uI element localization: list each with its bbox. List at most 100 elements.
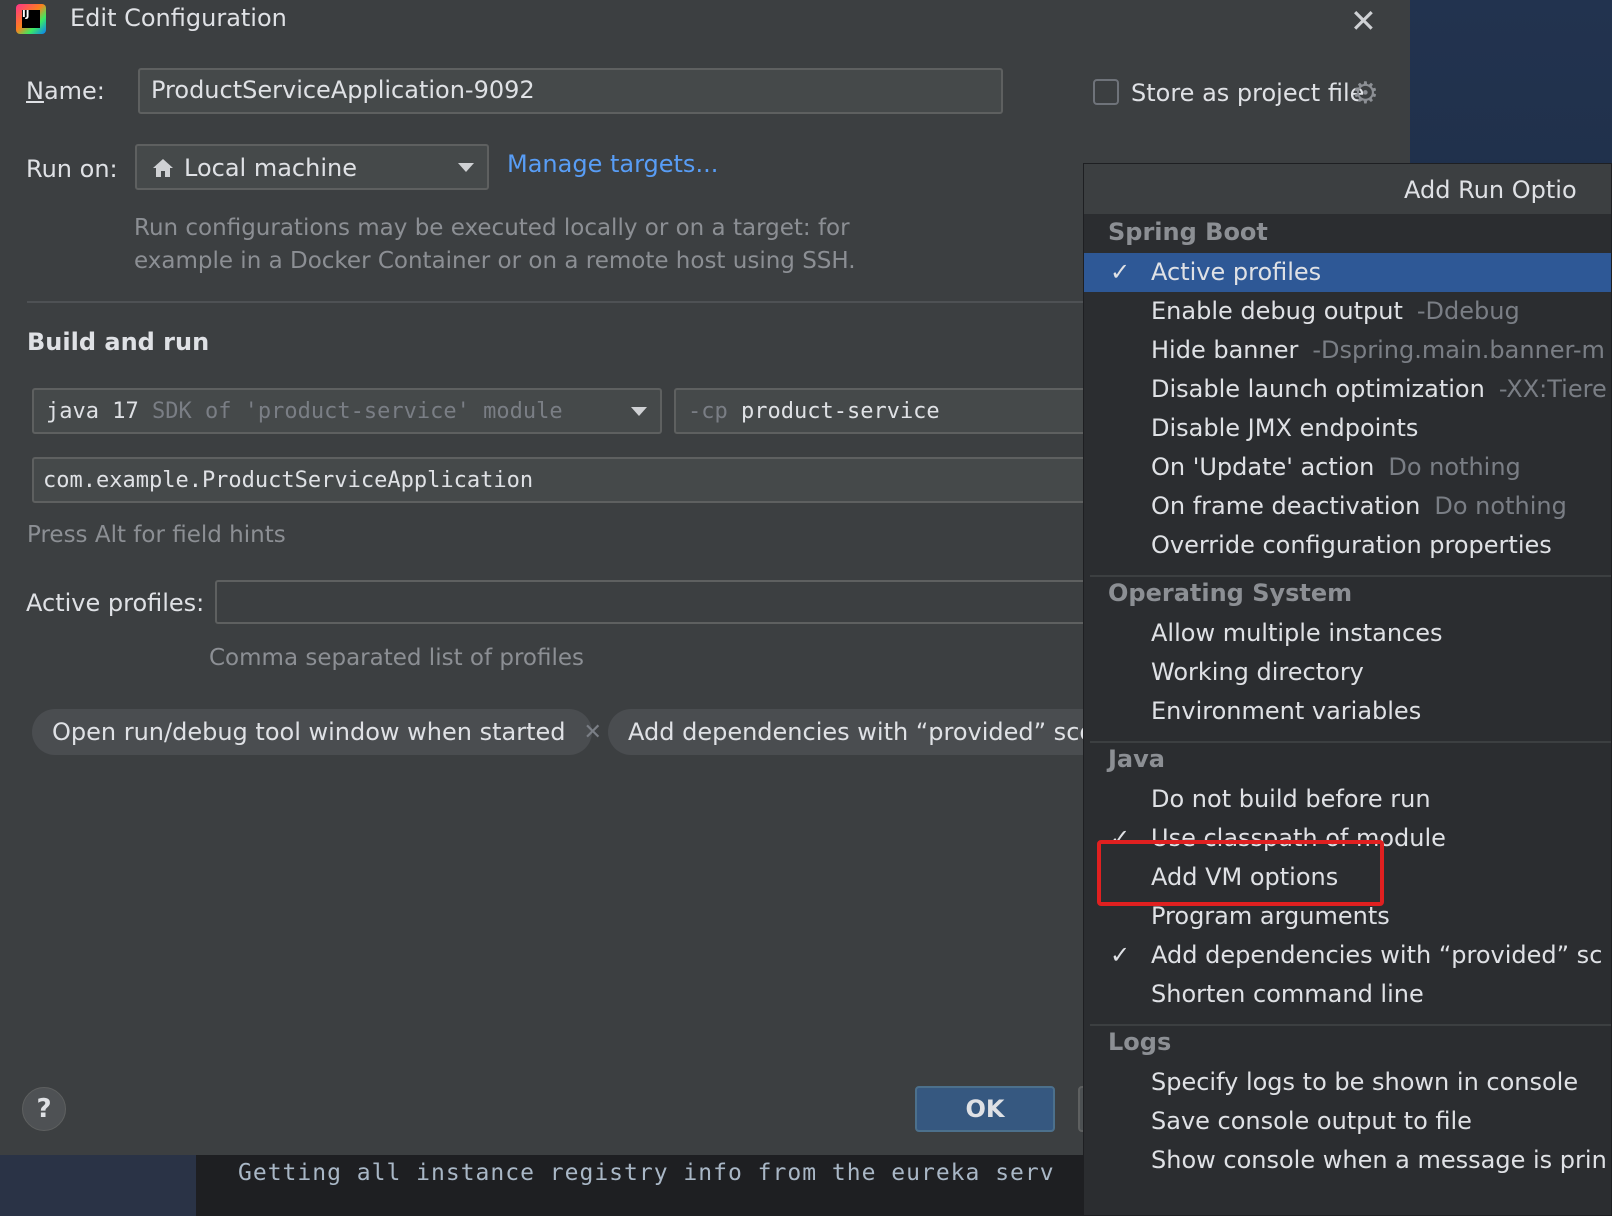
popup-option-label: Do not build before run — [1151, 785, 1431, 813]
chip-label: Add dependencies with “provided” scope — [628, 718, 1108, 746]
run-on-hint-line1: Run configurations may be executed local… — [134, 215, 850, 241]
popup-option-item[interactable]: Do not build before run — [1084, 780, 1611, 819]
popup-group-header: Logs — [1108, 1028, 1172, 1056]
classpath-value: -cp product-service — [688, 399, 940, 424]
intellij-logo-icon: IJ — [16, 4, 46, 34]
run-on-hint-line2: example in a Docker Container or on a re… — [134, 248, 856, 274]
popup-option-item[interactable]: Show console when a message is prin — [1084, 1141, 1611, 1180]
popup-option-item[interactable]: Hide banner -Dspring.main.banner-m — [1084, 331, 1611, 370]
popup-option-text: Shorten command line — [1151, 975, 1438, 1014]
popup-option-item[interactable]: Working directory — [1084, 653, 1611, 692]
popup-option-item[interactable]: Environment variables — [1084, 692, 1611, 731]
popup-option-item[interactable]: Shorten command line — [1084, 975, 1611, 1014]
jdk-select[interactable]: java 17 SDK of 'product-service' module — [32, 388, 662, 434]
popup-option-item[interactable]: Enable debug output -Ddebug — [1084, 292, 1611, 331]
gear-icon[interactable]: ⚙ — [1352, 76, 1379, 111]
popup-option-text: Working directory — [1151, 653, 1378, 692]
popup-option-text: Allow multiple instances — [1151, 614, 1457, 653]
main-class-field[interactable]: com.example.ProductServiceApplication — [32, 457, 1094, 503]
popup-option-label: Active profiles — [1151, 258, 1322, 286]
close-icon[interactable]: ✕ — [1350, 2, 1377, 40]
terminal-output-line: Getting all instance registry info from … — [238, 1160, 1055, 1186]
active-profiles-label: Active profiles: — [26, 589, 205, 617]
popup-option-text: Specify logs to be shown in console — [1151, 1063, 1592, 1102]
popup-option-text: Hide banner -Dspring.main.banner-m — [1151, 331, 1605, 370]
popup-option-hint: Do nothing — [1388, 453, 1521, 481]
terminal-sidebar — [0, 1155, 196, 1216]
store-as-project-file-label[interactable]: Store as project file — [1131, 79, 1364, 107]
build-and-run-title: Build and run — [27, 328, 210, 356]
option-chip-provided-scope[interactable]: Add dependencies with “provided” scope — [608, 709, 1108, 755]
popup-option-item[interactable]: Specify logs to be shown in console — [1084, 1063, 1611, 1102]
popup-option-hint: -Ddebug — [1416, 297, 1520, 325]
chip-label: Open run/debug tool window when started — [52, 718, 566, 746]
active-profiles-input[interactable] — [215, 580, 1095, 624]
help-button[interactable]: ? — [22, 1087, 66, 1131]
popup-option-label: Allow multiple instances — [1151, 619, 1443, 647]
popup-option-item[interactable]: ✓ Add dependencies with “provided” sc — [1084, 936, 1611, 975]
chevron-down-icon — [631, 407, 647, 416]
popup-option-hint: Do nothing — [1434, 492, 1567, 520]
main-class-value: com.example.ProductServiceApplication — [43, 468, 534, 493]
manage-targets-link[interactable]: Manage targets... — [507, 150, 718, 178]
popup-option-item[interactable]: Save console output to file — [1084, 1102, 1611, 1141]
home-icon — [153, 159, 173, 177]
popup-option-label: Environment variables — [1151, 697, 1422, 725]
popup-option-text: Add dependencies with “provided” sc — [1151, 936, 1611, 975]
popup-option-text: On frame deactivation Do nothing — [1151, 487, 1567, 526]
option-chip-open-tool-window[interactable]: Open run/debug tool window when started … — [32, 709, 602, 755]
popup-group-header: Java — [1108, 745, 1165, 773]
popup-group-header: Operating System — [1108, 579, 1353, 607]
name-field-value: ProductServiceApplication-9092 — [151, 76, 535, 104]
popup-option-label: Save console output to file — [1151, 1107, 1472, 1135]
popup-option-label: Hide banner — [1151, 336, 1299, 364]
name-label-rest: ame: — [43, 77, 105, 105]
popup-option-label: Specify logs to be shown in console — [1151, 1068, 1579, 1096]
popup-option-text: Active profiles — [1151, 253, 1335, 292]
popup-option-text: Override configuration properties — [1151, 526, 1566, 565]
popup-option-item[interactable]: ✓ Active profiles — [1084, 253, 1611, 292]
window-title: Edit Configuration — [70, 4, 287, 32]
jdk-hint: SDK of 'product-service' module — [151, 399, 563, 424]
popup-option-item[interactable]: Allow multiple instances — [1084, 614, 1611, 653]
popup-option-item[interactable]: Disable JMX endpoints — [1084, 409, 1611, 448]
popup-option-text: On 'Update' action Do nothing — [1151, 448, 1521, 487]
name-label-mnemonic: N — [26, 77, 44, 105]
classpath-module-select[interactable]: -cp product-service — [674, 388, 1094, 434]
popup-separator — [1090, 1024, 1611, 1026]
popup-option-text: Disable JMX endpoints — [1151, 409, 1432, 448]
jdk-version: java 17 — [46, 399, 139, 424]
popup-option-item[interactable]: On 'Update' action Do nothing — [1084, 448, 1611, 487]
name-field[interactable]: ProductServiceApplication-9092 — [138, 68, 1003, 114]
field-hints-text: Press Alt for field hints — [27, 522, 286, 548]
popup-option-text: Enable debug output -Ddebug — [1151, 292, 1520, 331]
popup-option-label: Shorten command line — [1151, 980, 1424, 1008]
popup-option-label: Disable JMX endpoints — [1151, 414, 1419, 442]
popup-option-label: On 'Update' action — [1151, 453, 1375, 481]
checkmark-icon: ✓ — [1110, 258, 1131, 286]
popup-option-label: Show console when a message is prin — [1151, 1146, 1607, 1174]
popup-option-label: Override configuration properties — [1151, 531, 1552, 559]
ok-button[interactable]: OK — [915, 1086, 1055, 1132]
popup-separator — [1090, 741, 1611, 743]
popup-option-label: Working directory — [1151, 658, 1364, 686]
popup-option-item[interactable]: Disable launch optimization -XX:Tiere — [1084, 370, 1611, 409]
popup-option-label: Add dependencies with “provided” sc — [1151, 941, 1603, 969]
remove-chip-icon[interactable]: ✕ — [584, 720, 602, 745]
popup-option-label: On frame deactivation — [1151, 492, 1421, 520]
popup-title: Add Run Optio — [1404, 176, 1577, 204]
popup-header: Add Run Optio — [1084, 164, 1611, 214]
cp-module: product-service — [741, 399, 940, 424]
popup-option-item[interactable]: On frame deactivation Do nothing — [1084, 487, 1611, 526]
chevron-down-icon — [458, 163, 474, 172]
run-on-label: Run on: — [26, 155, 118, 183]
run-on-select[interactable]: Local machine — [135, 144, 489, 190]
jdk-value: java 17 SDK of 'product-service' module — [46, 399, 563, 424]
popup-option-hint: -XX:Tiere — [1498, 375, 1607, 403]
store-as-project-file-checkbox[interactable] — [1093, 79, 1119, 105]
popup-option-text: Do not build before run — [1151, 780, 1445, 819]
popup-option-label: Enable debug output — [1151, 297, 1403, 325]
popup-option-item[interactable]: Override configuration properties — [1084, 526, 1611, 565]
checkmark-icon: ✓ — [1110, 941, 1131, 969]
popup-option-text: Disable launch optimization -XX:Tiere — [1151, 370, 1607, 409]
